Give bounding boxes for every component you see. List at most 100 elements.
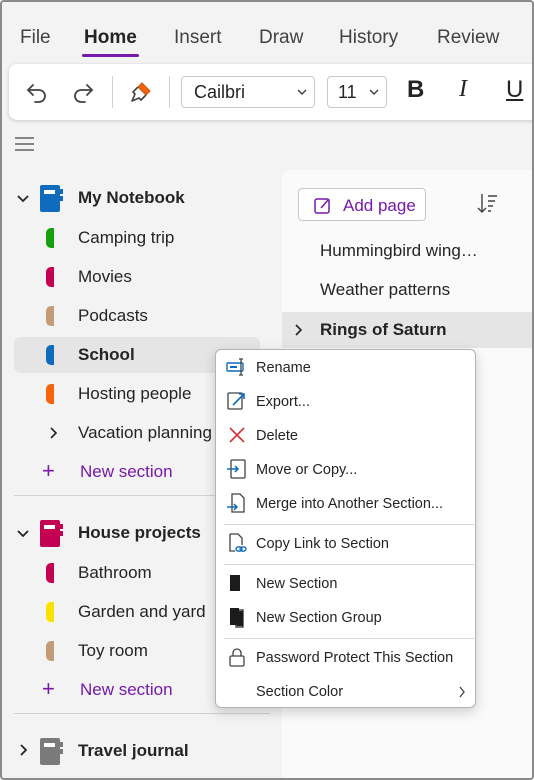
lock-icon [229,648,245,667]
move-copy-menu-item[interactable]: Move or Copy... [216,454,475,486]
section-color-tab [46,228,54,248]
plus-icon: + [42,676,55,701]
menu-separator [224,564,474,565]
section-label: Camping trip [78,228,175,247]
menu-draw[interactable]: Draw [259,27,303,49]
page-title: Rings of Saturn [320,320,447,339]
chevron-right-icon [20,744,28,756]
add-page-button[interactable]: Add page [298,188,426,221]
format-painter-icon [131,82,151,102]
rename-label: Rename [256,360,311,376]
section-label: Podcasts [78,306,148,325]
plus-icon: + [42,458,55,483]
chevron-down-icon [297,89,307,95]
rename-icon [226,358,244,376]
notebook-icon [40,738,63,765]
section-color-tab [46,602,54,622]
font-size-value: 11 [338,82,357,102]
add-page-label: Add page [343,196,416,215]
password-protect-menu-item[interactable]: Password Protect This Section [216,642,475,674]
menu-bar: File Home Insert Draw History Review [2,2,532,64]
chevron-right-icon [295,324,303,336]
chevron-down-icon [369,89,379,95]
move-copy-label: Move or Copy... [256,462,358,478]
merge-icon [227,493,245,513]
delete-label: Delete [256,428,298,444]
section-label: Toy room [78,641,148,660]
section-label: School [78,345,135,364]
menu-file[interactable]: File [20,27,51,49]
redo-button[interactable] [65,74,101,110]
chevron-right-icon [459,686,465,698]
toolbar-separator [112,76,113,108]
delete-menu-item[interactable]: Delete [216,420,475,452]
new-section-group-icon [230,608,244,628]
copy-link-menu-item[interactable]: Copy Link to Section [216,528,475,560]
section-camping-trip[interactable]: Camping trip [14,220,260,256]
page-item-selected[interactable]: Rings of Saturn [282,312,532,348]
page-title: Weather patterns [320,280,451,299]
section-label: Garden and yard [78,602,206,621]
font-size-select[interactable]: 11 [327,76,387,108]
ribbon-toolbar: Cailbri 11 B I U [9,64,532,120]
menu-history[interactable]: History [339,27,398,49]
font-family-select[interactable]: Cailbri [181,76,315,108]
section-color-menu-item[interactable]: Section Color [216,676,475,708]
section-label: Movies [78,267,132,286]
menu-separator [224,524,474,525]
password-protect-label: Password Protect This Section [256,650,454,666]
bold-button[interactable]: B [407,76,424,104]
notebook-icon [40,520,63,547]
undo-button[interactable] [19,74,55,110]
page-item[interactable]: Hummingbird wing… [282,233,532,269]
hamburger-menu-icon[interactable] [14,135,36,153]
app-window: File Home Insert Draw History Review Cai… [0,0,534,780]
merge-label: Merge into Another Section... [256,496,443,512]
notebook-title: House projects [78,523,201,542]
undo-icon [27,84,46,103]
section-color-label: Section Color [256,684,344,700]
menu-separator [224,638,474,639]
page-item[interactable]: Weather patterns [282,272,532,308]
new-section-group-menu-item[interactable]: New Section Group [216,602,475,634]
notebook-divider [14,713,270,714]
underline-button[interactable]: U [506,76,523,104]
section-context-menu: Rename Export... Delete Move or Copy... … [215,349,476,708]
new-section-label: New section [80,462,173,481]
menu-insert[interactable]: Insert [174,27,222,49]
menu-home[interactable]: Home [84,27,137,49]
notebook-my-notebook[interactable]: My Notebook [14,181,260,217]
format-painter-button[interactable] [123,74,159,110]
export-menu-item[interactable]: Export... [216,386,475,418]
menu-review[interactable]: Review [437,27,499,49]
new-section-label: New section [80,680,173,699]
sort-icon[interactable] [476,192,498,216]
section-podcasts[interactable]: Podcasts [14,298,260,334]
section-color-tab [46,306,54,326]
notebook-icon [40,185,63,212]
new-page-icon [314,198,330,214]
section-color-tab [46,345,54,365]
chevron-down-icon [17,530,29,538]
toolbar-separator [169,76,170,108]
section-color-tab [46,267,54,287]
section-color-tab [46,641,54,661]
new-section-label: New Section [256,576,338,592]
notebook-travel-journal[interactable]: Travel journal [14,734,260,770]
copy-link-icon [229,533,247,552]
italic-button[interactable]: I [459,76,467,103]
active-tab-indicator [82,54,139,57]
move-copy-icon [227,459,246,479]
section-color-tab [46,563,54,583]
notebook-title: My Notebook [78,188,185,207]
copy-link-label: Copy Link to Section [256,536,389,552]
export-label: Export... [256,394,310,410]
chevron-down-icon [17,195,29,203]
rename-menu-item[interactable]: Rename [216,352,475,384]
section-movies[interactable]: Movies [14,259,260,295]
merge-menu-item[interactable]: Merge into Another Section... [216,488,475,520]
section-label: Hosting people [78,384,192,403]
new-section-menu-item[interactable]: New Section [216,568,475,600]
notebook-title: Travel journal [78,741,189,760]
delete-icon [229,427,245,443]
